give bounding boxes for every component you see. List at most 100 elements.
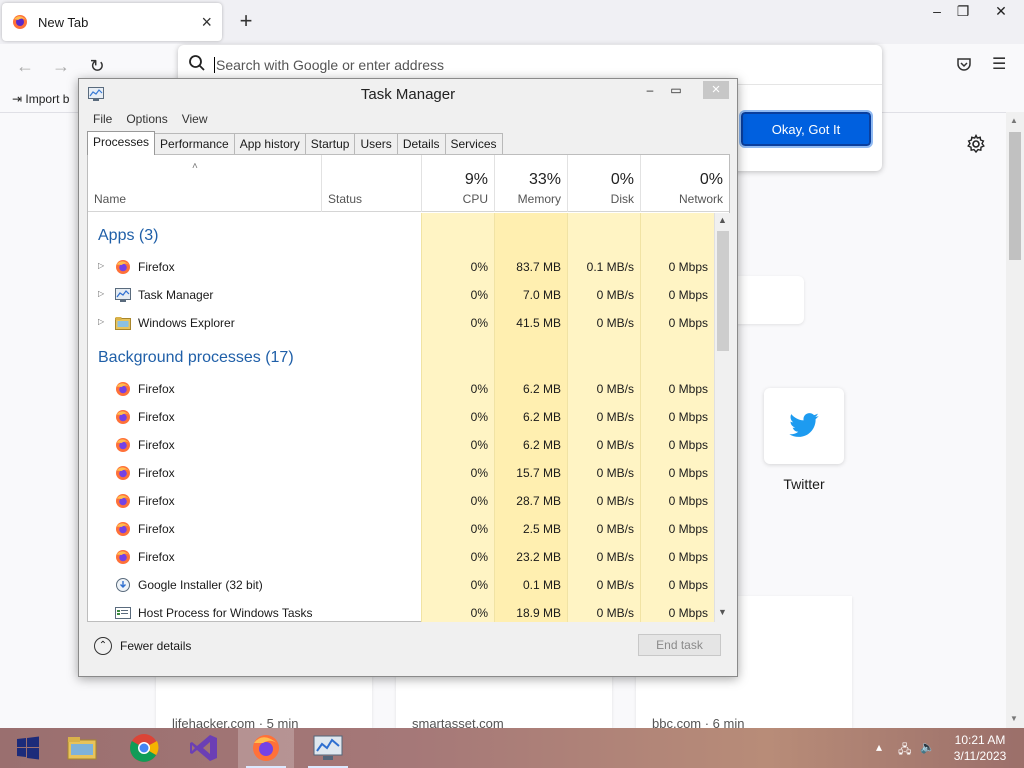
expand-icon[interactable]: ▷ [98, 261, 104, 270]
end-task-button[interactable]: End task [638, 634, 721, 656]
menu-file[interactable]: File [79, 109, 112, 129]
process-row[interactable]: Firefox 0% 28.7 MB 0 MB/s 0 Mbps [88, 487, 714, 515]
task-manager-taskbar-button[interactable] [300, 728, 356, 768]
group-apps[interactable]: Apps (3) [98, 227, 158, 245]
restore-icon[interactable]: ❐ [946, 0, 980, 22]
process-row[interactable]: Firefox 0% 2.5 MB 0 MB/s 0 Mbps [88, 515, 714, 543]
tab-users[interactable]: Users [354, 133, 398, 155]
tab-startup[interactable]: Startup [304, 133, 356, 155]
column-memory-label: Memory [517, 192, 561, 206]
process-name: Firefox [138, 438, 175, 452]
sort-ascending-icon: ˄ [192, 161, 198, 172]
new-tab-icon[interactable]: + [234, 8, 258, 34]
column-network[interactable]: 0% Network [640, 155, 729, 212]
column-memory[interactable]: 33% Memory [494, 155, 567, 212]
firefox-taskbar-button[interactable] [238, 728, 294, 768]
tab-app-history[interactable]: App history [233, 133, 306, 155]
process-row[interactable]: ▷ Task Manager 0% 7.0 MB 0 MB/s 0 Mbps [88, 281, 714, 309]
process-memory: 83.7 MB [516, 260, 561, 274]
scroll-thumb[interactable] [717, 231, 729, 351]
process-row[interactable]: Firefox 0% 6.2 MB 0 MB/s 0 Mbps [88, 431, 714, 459]
column-status[interactable]: Status [321, 155, 421, 212]
process-disk: 0 MB/s [596, 522, 634, 536]
process-row[interactable]: Host Process for Windows Tasks 0% 18.9 MB 0… [88, 599, 714, 622]
task-manager-window: Task Manager – ▭ × File Options View Pro… [78, 78, 738, 677]
fewer-details-link[interactable]: Fewer details [120, 639, 191, 653]
process-disk: 0 MB/s [596, 578, 634, 592]
process-row[interactable]: Firefox 0% 6.2 MB 0 MB/s 0 Mbps [88, 403, 714, 431]
menu-view[interactable]: View [168, 109, 208, 129]
search-input[interactable]: Search with Google or enter address [216, 57, 444, 73]
scroll-up-icon[interactable]: ▲ [718, 215, 727, 225]
chevron-up-icon[interactable]: ⌃ [94, 637, 112, 655]
okay-got-it-button[interactable]: Okay, Got It [739, 110, 873, 148]
import-bookmarks-button[interactable]: ⇥ Import b [12, 92, 69, 106]
maximize-icon[interactable]: ▭ [665, 81, 687, 99]
process-memory: 0.1 MB [522, 578, 561, 592]
process-cpu: 0% [470, 522, 488, 536]
expand-icon[interactable]: ▷ [98, 289, 104, 298]
task-manager-titlebar[interactable]: Task Manager – ▭ × [79, 79, 737, 107]
pocket-icon[interactable] [956, 56, 972, 72]
menu-icon[interactable]: ☰ [992, 54, 1006, 74]
menu-bar: File Options View [79, 109, 208, 129]
scroll-down-icon[interactable]: ▼ [718, 607, 727, 617]
back-icon[interactable]: ← [12, 54, 38, 78]
process-network: 0 Mbps [668, 578, 708, 592]
expand-icon[interactable]: ▷ [98, 317, 104, 326]
close-tab-icon[interactable]: × [201, 12, 212, 33]
scroll-down-icon[interactable]: ▼ [1010, 714, 1018, 723]
visual-studio-icon [190, 735, 217, 761]
process-row[interactable]: Firefox 0% 23.2 MB 0 MB/s 0 Mbps [88, 543, 714, 571]
forward-icon[interactable]: → [48, 54, 74, 78]
close-icon[interactable]: × [703, 81, 729, 99]
process-memory: 7.0 MB [522, 288, 561, 302]
scroll-thumb[interactable] [1009, 132, 1021, 260]
tab-services[interactable]: Services [444, 133, 503, 155]
system-clock[interactable]: 10:21 AM 3/11/2023 [948, 732, 1012, 764]
tab-details[interactable]: Details [396, 133, 446, 155]
column-cpu[interactable]: 9% CPU [421, 155, 494, 212]
process-cpu: 0% [470, 494, 488, 508]
file-explorer-button[interactable] [54, 728, 110, 768]
browser-tab[interactable]: New Tab × [2, 3, 222, 41]
process-name: Firefox [138, 550, 175, 564]
process-row[interactable]: Google Installer (32 bit) 0% 0.1 MB 0 MB/s 0… [88, 571, 714, 599]
start-button[interactable] [0, 728, 56, 768]
group-background[interactable]: Background processes (17) [98, 349, 294, 367]
close-window-icon[interactable]: ✕ [984, 0, 1018, 22]
firefox-icon [115, 437, 131, 453]
menu-options[interactable]: Options [112, 109, 167, 129]
show-hidden-icons[interactable]: ▴ [876, 740, 882, 754]
process-row[interactable]: Firefox 0% 6.2 MB 0 MB/s 0 Mbps [88, 375, 714, 403]
process-memory: 6.2 MB [522, 382, 561, 396]
column-disk-label: Disk [610, 192, 634, 206]
process-row[interactable]: ▷ Firefox 0% 83.7 MB 0.1 MB/s 0 Mbps [88, 253, 714, 281]
column-name[interactable]: ˄ Name [88, 155, 321, 212]
minimize-icon[interactable]: – [639, 81, 661, 99]
tab-processes[interactable]: Processes [87, 131, 156, 155]
gear-icon[interactable] [966, 134, 986, 154]
process-row[interactable]: Firefox 0% 15.7 MB 0 MB/s 0 Mbps [88, 459, 714, 487]
twitter-icon [789, 413, 819, 437]
chrome-button[interactable] [116, 728, 172, 768]
scroll-up-icon[interactable]: ▲ [1010, 116, 1018, 125]
process-name: Firefox [138, 382, 175, 396]
firefox-icon [115, 259, 131, 275]
table-scrollbar[interactable]: ▲ ▼ [714, 213, 730, 622]
network-total: 0% [699, 171, 723, 188]
network-icon[interactable]: 🖧 [898, 740, 911, 761]
process-memory: 15.7 MB [516, 466, 561, 480]
page-scrollbar[interactable]: ▲ ▼ [1006, 112, 1024, 728]
task-manager-footer: ⌃ Fewer details End task [79, 624, 737, 669]
reload-icon[interactable]: ↻ [84, 54, 110, 78]
volume-icon[interactable]: 🔈 [920, 740, 935, 754]
visual-studio-button[interactable] [176, 728, 232, 768]
process-network: 0 Mbps [668, 438, 708, 452]
tab-performance[interactable]: Performance [154, 133, 235, 155]
process-disk: 0 MB/s [596, 606, 634, 620]
process-disk: 0 MB/s [596, 410, 634, 424]
column-disk[interactable]: 0% Disk [567, 155, 640, 212]
twitter-shortcut[interactable] [764, 388, 844, 464]
process-row[interactable]: ▷ Windows Explorer 0% 41.5 MB 0 MB/s 0 Mbps [88, 309, 714, 337]
